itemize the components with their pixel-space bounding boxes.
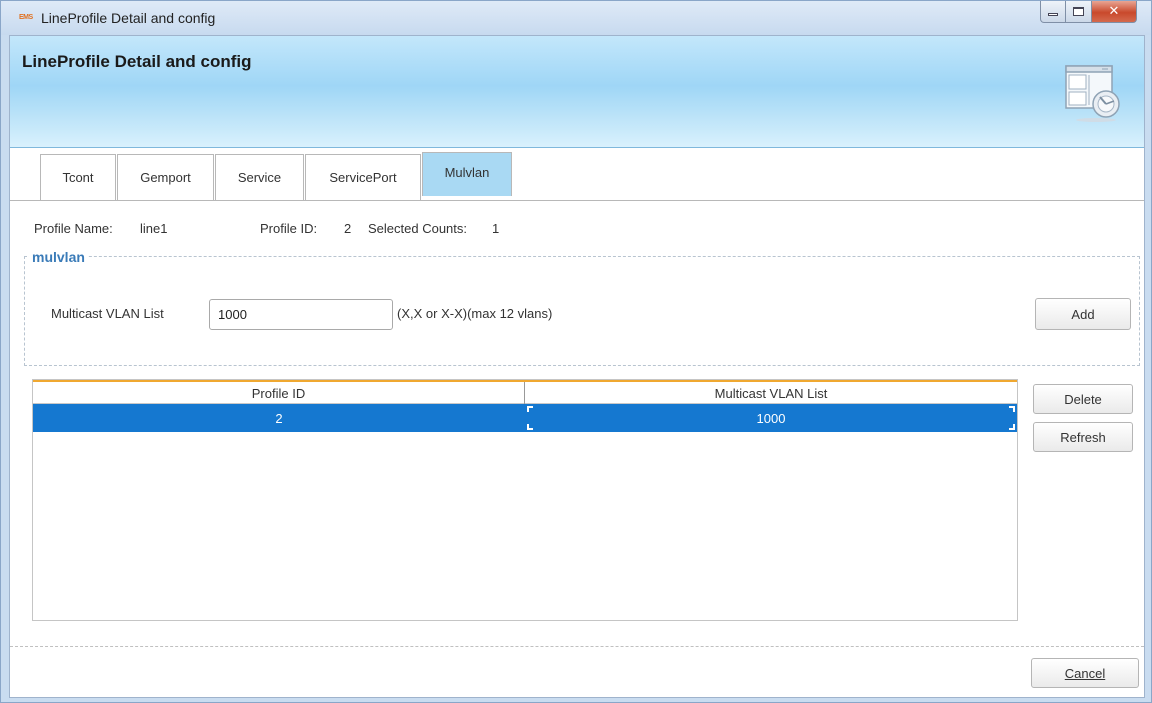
tab-mulvlan[interactable]: Mulvlan	[422, 152, 512, 196]
cancel-button-label: Cancel	[1064, 665, 1106, 681]
multicast-vlan-list-input[interactable]	[209, 299, 393, 330]
app-icon: EMS	[19, 14, 33, 21]
profile-id-value: 2	[344, 221, 352, 236]
column-header-profile-id[interactable]: Profile ID	[33, 382, 525, 404]
profile-name-value: line1	[140, 221, 168, 236]
focus-corner	[1009, 406, 1015, 412]
focus-corner	[527, 406, 533, 412]
mulvlan-table: Profile ID Multicast VLAN List 2 1000	[32, 379, 1018, 621]
minimize-icon	[1048, 13, 1058, 16]
tab-serviceport[interactable]: ServicePort	[305, 154, 421, 200]
tab-service[interactable]: Service	[215, 154, 304, 200]
column-header-multicast-vlan-list[interactable]: Multicast VLAN List	[525, 382, 1017, 404]
cell-multicast-vlan-list-text: 1000	[756, 410, 786, 426]
tab-tcont[interactable]: Tcont	[40, 154, 116, 200]
tab-divider	[10, 200, 1144, 201]
table-header: Profile ID Multicast VLAN List	[33, 380, 1017, 404]
client-area: LineProfile Detail and config Tcont Gemp…	[9, 35, 1145, 698]
focus-corner	[1009, 424, 1015, 430]
maximize-button[interactable]	[1066, 1, 1092, 23]
mulvlan-group: mulvlan Multicast VLAN List (X,X or X-X)…	[24, 249, 1140, 366]
profile-id-label: Profile ID:	[260, 221, 318, 236]
group-legend: mulvlan	[29, 249, 88, 265]
multicast-vlan-list-label: Multicast VLAN List	[51, 306, 164, 321]
cell-profile-id: 2	[275, 410, 283, 426]
banner-title: LineProfile Detail and config	[22, 52, 252, 71]
table-row[interactable]: 2 1000	[33, 404, 1017, 432]
multicast-vlan-list-hint: (X,X or X-X)(max 12 vlans)	[397, 306, 553, 321]
tab-gemport[interactable]: Gemport	[117, 154, 214, 200]
dialog-window: EMS LineProfile Detail and config ✕ Line…	[0, 0, 1152, 703]
window-title: LineProfile Detail and config	[41, 10, 216, 26]
config-window-icon	[1065, 65, 1120, 122]
delete-button[interactable]: Delete	[1033, 384, 1133, 414]
close-button[interactable]: ✕	[1092, 1, 1137, 23]
profile-name-label: Profile Name:	[34, 221, 113, 236]
selected-counts-label: Selected Counts:	[368, 221, 468, 236]
title-bar[interactable]: EMS LineProfile Detail and config ✕	[1, 1, 1151, 35]
selected-counts-value: 1	[492, 221, 500, 236]
cancel-button[interactable]: Cancel	[1031, 658, 1139, 688]
header-banner: LineProfile Detail and config	[10, 36, 1144, 148]
refresh-button[interactable]: Refresh	[1033, 422, 1133, 452]
focus-corner	[527, 424, 533, 430]
maximize-icon	[1073, 7, 1084, 16]
footer-divider	[10, 646, 1144, 647]
close-icon: ✕	[1108, 4, 1120, 19]
tab-bar: Tcont Gemport Service ServicePort Mulvla…	[40, 152, 513, 200]
window-controls: ✕	[1040, 1, 1137, 23]
minimize-button[interactable]	[1040, 1, 1066, 23]
add-button[interactable]: Add	[1035, 298, 1131, 330]
cell-multicast-vlan-list: 1000	[525, 404, 1017, 432]
